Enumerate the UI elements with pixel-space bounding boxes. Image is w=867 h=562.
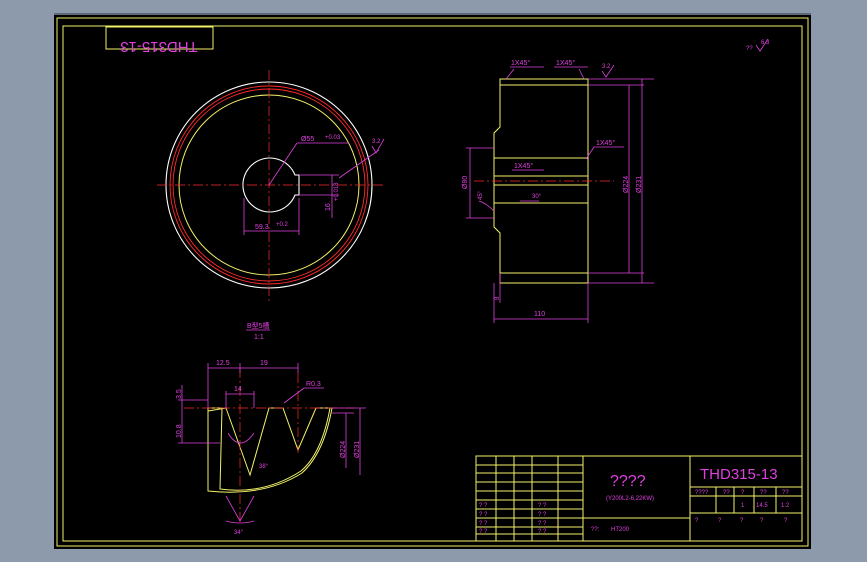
title-block: ? ? ? ? ? ? ? ? ? ? ? ? ? ? ? ? ???? (Y2… xyxy=(475,455,803,542)
front-view: Ø55 +0.03 59.3 +0.2 16 +0.018 3.2 xyxy=(157,70,385,303)
svg-text:Ø224: Ø224 xyxy=(623,176,630,193)
svg-text:3.5: 3.5 xyxy=(176,389,183,399)
groove-detail: B型5槽 1:1 12.5 19 14 R0.3 3.5 10.8 Ø224 Ø… xyxy=(176,321,366,536)
svg-text:Ø224: Ø224 xyxy=(340,441,347,458)
section-view: 1X45° 1X45° 3.2 1X45° 1X45° Ø80 45° 30° … xyxy=(462,59,654,323)
inner-border xyxy=(62,25,803,542)
outer-border xyxy=(56,17,809,547)
svg-text:?: ? xyxy=(740,518,744,524)
svg-text:1: 1 xyxy=(741,503,745,509)
svg-text:1:2: 1:2 xyxy=(781,503,790,509)
roughness-corner: ?? 6.3 xyxy=(746,38,770,52)
svg-text:R0.3: R0.3 xyxy=(306,381,321,388)
svg-text:B型5槽: B型5槽 xyxy=(247,321,270,330)
svg-text:38°: 38° xyxy=(259,464,269,470)
svg-text:?: ? xyxy=(741,490,745,496)
svg-text:Ø80: Ø80 xyxy=(462,176,469,189)
svg-text:110: 110 xyxy=(534,311,545,318)
svg-text:? ?: ? ? xyxy=(538,521,547,527)
svg-text:? ?: ? ? xyxy=(479,521,488,527)
svg-text:Ø55: Ø55 xyxy=(301,136,314,143)
svg-text:1X45°: 1X45° xyxy=(596,139,615,147)
svg-text:? ?: ? ? xyxy=(538,529,547,535)
svg-text:30°: 30° xyxy=(532,194,542,200)
svg-text:??: ?? xyxy=(746,46,753,52)
svg-text:?: ? xyxy=(760,518,764,524)
drawing-number: THD315-13 xyxy=(700,466,778,483)
svg-text:19: 19 xyxy=(260,360,268,367)
drawing-canvas: THD315-13 ?? 6.3 Ø55 +0.03 59.3 +0.2 16 … xyxy=(54,13,811,549)
svg-text:? ?: ? ? xyxy=(479,512,488,518)
part-subtitle: (Y200L2-6,22KW) xyxy=(606,496,654,502)
svg-text:????: ???? xyxy=(695,490,709,496)
svg-text:??: ?? xyxy=(760,490,767,496)
svg-text:? ?: ? ? xyxy=(538,503,547,509)
svg-text:1:1: 1:1 xyxy=(254,334,264,341)
svg-text:Ø231: Ø231 xyxy=(354,441,361,458)
svg-text:+0.018: +0.018 xyxy=(334,182,340,201)
cad-drawing: THD315-13 ?? 6.3 Ø55 +0.03 59.3 +0.2 16 … xyxy=(56,17,809,547)
svg-text:1X45°: 1X45° xyxy=(511,59,530,67)
svg-text:?: ? xyxy=(695,518,699,524)
part-name: ???? xyxy=(610,473,646,490)
svg-text:+0.03: +0.03 xyxy=(325,135,341,141)
svg-text:?: ? xyxy=(784,518,788,524)
svg-text:??:: ??: xyxy=(591,527,600,533)
svg-text:14: 14 xyxy=(234,386,242,393)
mirrored-number-box: THD315-13 xyxy=(105,26,214,55)
svg-text:10.8: 10.8 xyxy=(176,424,183,438)
svg-text:3.2: 3.2 xyxy=(372,139,381,145)
material: HT200 xyxy=(611,527,630,533)
svg-text:16: 16 xyxy=(325,203,332,211)
svg-text:45°: 45° xyxy=(478,190,484,200)
svg-text:??: ?? xyxy=(723,490,730,496)
svg-text:? ?: ? ? xyxy=(479,529,488,535)
title-grid-left: ? ? ? ? ? ? ? ? ? ? ? ? ? ? ? ? xyxy=(476,456,583,541)
svg-text:34°: 34° xyxy=(234,530,244,536)
svg-text:? ?: ? ? xyxy=(538,512,547,518)
svg-text:Ø231: Ø231 xyxy=(636,176,643,193)
svg-text:12.5: 12.5 xyxy=(216,360,230,367)
svg-text:59.3: 59.3 xyxy=(255,224,269,231)
svg-text:?: ? xyxy=(718,518,722,524)
svg-text:? ?: ? ? xyxy=(479,503,488,509)
svg-text:1X45°: 1X45° xyxy=(514,162,533,170)
svg-text:3.2: 3.2 xyxy=(602,64,611,70)
svg-text:+0.2: +0.2 xyxy=(276,222,289,228)
svg-text:??: ?? xyxy=(782,490,789,496)
svg-text:1X45°: 1X45° xyxy=(556,59,575,67)
mirrored-number: THD315-13 xyxy=(120,38,198,55)
svg-text:14.5: 14.5 xyxy=(756,503,768,509)
